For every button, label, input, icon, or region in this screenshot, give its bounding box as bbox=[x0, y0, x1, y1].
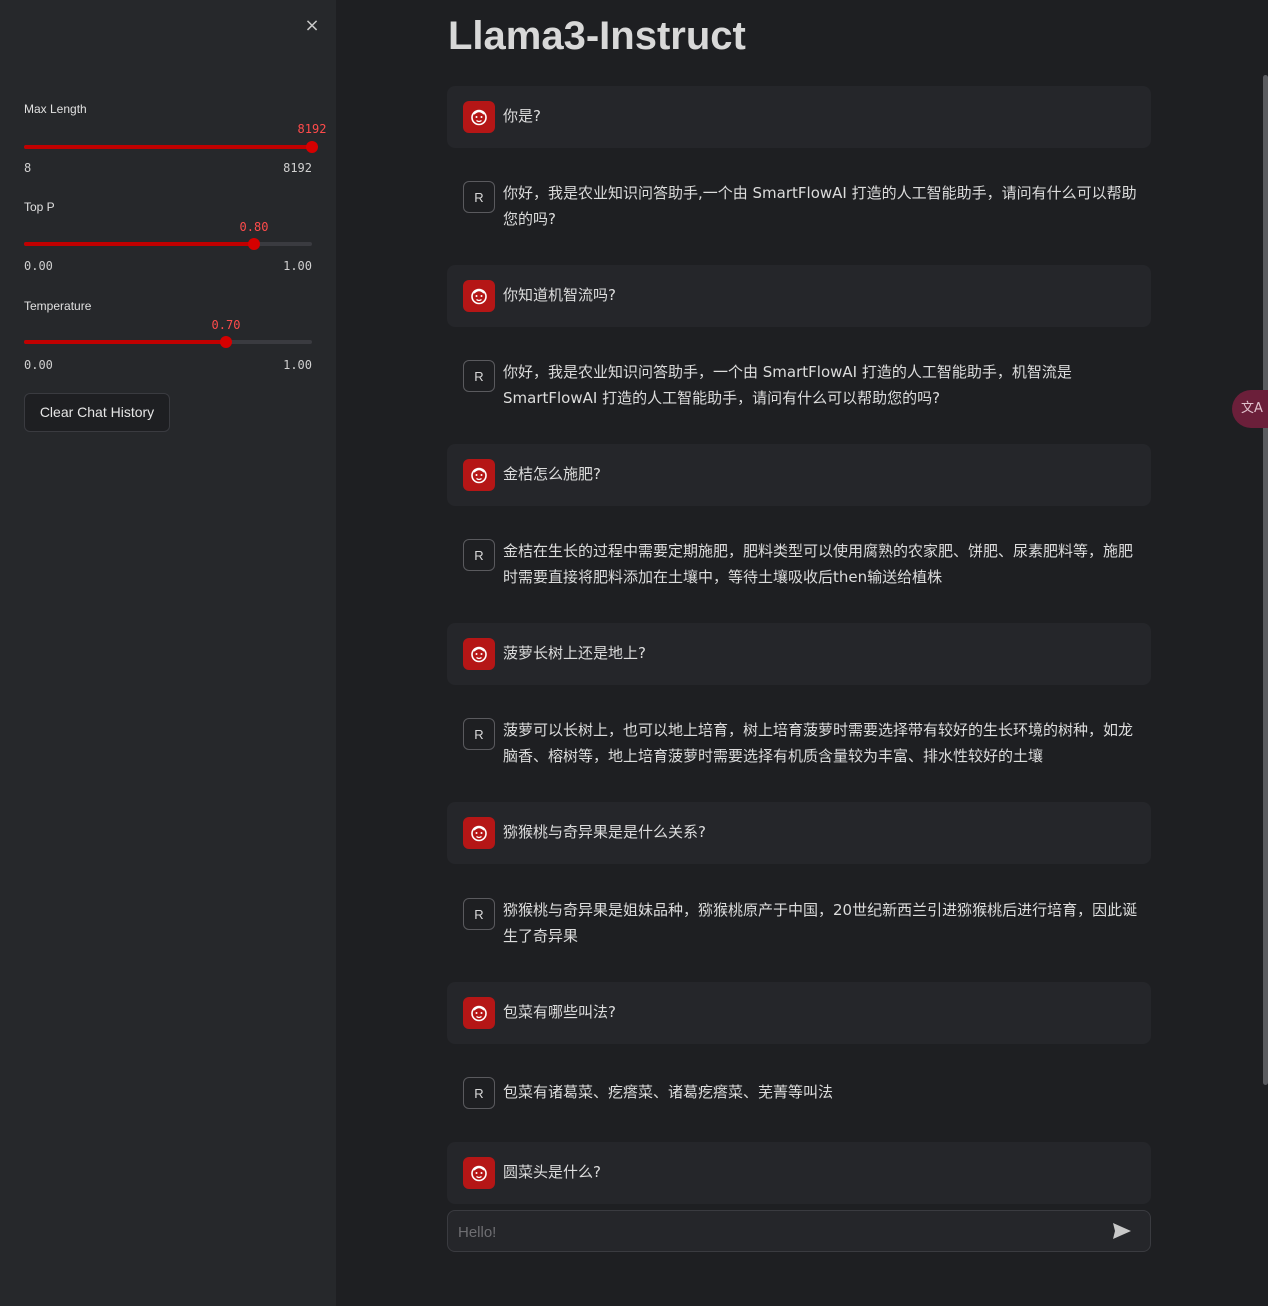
message-text: 包菜有哪些叫法? bbox=[503, 1003, 616, 1021]
assistant-avatar: R bbox=[463, 360, 495, 392]
chat-message-user: 你知道机智流吗? bbox=[447, 265, 1151, 327]
message-text: 你好，我是农业知识问答助手，一个由 SmartFlowAI 打造的人工智能助手，… bbox=[503, 363, 1072, 407]
top-p-slider-block: Top P 0.80 0.00 1.00 bbox=[24, 200, 312, 273]
chat-message-assistant: R 菠萝可以长树上，也可以地上培育，树上培育菠萝时需要选择带有较好的生长环境的树… bbox=[447, 702, 1151, 790]
top-p-max: 1.00 bbox=[283, 259, 312, 273]
max-length-label: Max Length bbox=[24, 102, 87, 116]
face-icon bbox=[471, 1165, 487, 1182]
chat-input-container bbox=[447, 1210, 1151, 1253]
face-icon bbox=[471, 646, 487, 663]
top-p-track[interactable] bbox=[24, 238, 312, 250]
max-length-min: 8 bbox=[24, 161, 32, 175]
temperature-thumb[interactable] bbox=[220, 336, 232, 348]
send-icon[interactable] bbox=[1112, 1222, 1132, 1240]
max-length-value: 8192 bbox=[297, 122, 327, 136]
message-text: 包菜有诸葛菜、疙瘩菜、诸葛疙瘩菜、芜菁等叫法 bbox=[503, 1083, 834, 1101]
message-text: 金桔在生长的过程中需要定期施肥，肥料类型可以使用腐熟的农家肥、饼肥、尿素肥料等，… bbox=[503, 542, 1134, 586]
message-text: 你是? bbox=[503, 107, 541, 125]
face-icon bbox=[471, 467, 487, 484]
chat-message-assistant: R 你好，我是农业知识问答助手，一个由 SmartFlowAI 打造的人工智能助… bbox=[447, 344, 1151, 432]
max-length-thumb[interactable] bbox=[306, 141, 318, 153]
sidebar: × Max Length 8192 8 8192 Top P 0.80 0.00… bbox=[0, 0, 336, 1306]
top-p-fill bbox=[24, 242, 254, 246]
translate-icon[interactable]: 文A bbox=[1232, 390, 1268, 428]
message-text: 你好，我是农业知识问答助手,一个由 SmartFlowAI 打造的人工智能助手，… bbox=[503, 184, 1137, 228]
top-p-label: Top P bbox=[24, 200, 55, 214]
message-text: 菠萝可以长树上，也可以地上培育，树上培育菠萝时需要选择带有较好的生长环境的树种，… bbox=[503, 721, 1134, 765]
clear-chat-history-button[interactable]: Clear Chat History bbox=[24, 393, 170, 432]
temperature-track[interactable] bbox=[24, 336, 312, 348]
user-avatar bbox=[463, 997, 495, 1029]
main-scrollbar[interactable] bbox=[1263, 75, 1268, 1085]
assistant-avatar: R bbox=[463, 898, 495, 930]
face-icon bbox=[471, 109, 487, 126]
message-text: 菠萝长树上还是地上? bbox=[503, 644, 646, 662]
face-icon bbox=[471, 825, 487, 842]
max-length-track[interactable] bbox=[24, 141, 318, 153]
top-p-value: 0.80 bbox=[239, 220, 269, 234]
chat-input[interactable] bbox=[456, 1211, 1100, 1253]
user-avatar bbox=[463, 817, 495, 849]
user-avatar bbox=[463, 101, 495, 133]
assistant-avatar: R bbox=[463, 1077, 495, 1109]
message-text: 你知道机智流吗? bbox=[503, 286, 616, 304]
user-avatar bbox=[463, 638, 495, 670]
page-title: Llama3-Instruct bbox=[448, 14, 746, 58]
chat-message-user: 金桔怎么施肥? bbox=[447, 444, 1151, 506]
chat-message-user: 包菜有哪些叫法? bbox=[447, 982, 1151, 1044]
chat-message-user: 你是? bbox=[447, 86, 1151, 148]
temperature-max: 1.00 bbox=[283, 358, 312, 372]
max-length-fill bbox=[24, 145, 312, 149]
assistant-avatar: R bbox=[463, 539, 495, 571]
chat-message-user: 圆菜头是什么? bbox=[447, 1142, 1151, 1204]
face-icon bbox=[471, 1005, 487, 1022]
chat-message-assistant: R 你好，我是农业知识问答助手,一个由 SmartFlowAI 打造的人工智能助… bbox=[447, 165, 1151, 253]
face-icon bbox=[471, 288, 487, 305]
chat-message-assistant: R 金桔在生长的过程中需要定期施肥，肥料类型可以使用腐熟的农家肥、饼肥、尿素肥料… bbox=[447, 523, 1151, 611]
close-sidebar-icon[interactable]: × bbox=[302, 16, 322, 36]
chat-message-user: 菠萝长树上还是地上? bbox=[447, 623, 1151, 685]
chat-message-assistant: R 猕猴桃与奇异果是姐妹品种，猕猴桃原产于中国，20世纪新西兰引进猕猴桃后进行培… bbox=[447, 882, 1151, 970]
temperature-min: 0.00 bbox=[24, 358, 53, 372]
assistant-avatar: R bbox=[463, 718, 495, 750]
chat-message-user: 猕猴桃与奇异果是是什么关系? bbox=[447, 802, 1151, 864]
message-text: 圆菜头是什么? bbox=[503, 1163, 601, 1181]
top-p-min: 0.00 bbox=[24, 259, 53, 273]
user-avatar bbox=[463, 280, 495, 312]
chat-message-assistant: R 包菜有诸葛菜、疙瘩菜、诸葛疙瘩菜、芜菁等叫法 bbox=[447, 1062, 1151, 1124]
max-length-slider-block: Max Length 8192 8 8192 bbox=[24, 102, 326, 175]
max-length-max: 8192 bbox=[283, 161, 312, 175]
top-p-thumb[interactable] bbox=[248, 238, 260, 250]
message-text: 猕猴桃与奇异果是是什么关系? bbox=[503, 823, 706, 841]
message-text: 猕猴桃与奇异果是姐妹品种，猕猴桃原产于中国，20世纪新西兰引进猕猴桃后进行培育，… bbox=[503, 901, 1138, 945]
temperature-value: 0.70 bbox=[211, 318, 241, 332]
temperature-fill bbox=[24, 340, 226, 344]
user-avatar bbox=[463, 459, 495, 491]
message-text: 金桔怎么施肥? bbox=[503, 465, 601, 483]
temperature-slider-block: Temperature 0.70 0.00 1.00 bbox=[24, 299, 312, 372]
assistant-avatar: R bbox=[463, 181, 495, 213]
user-avatar bbox=[463, 1157, 495, 1189]
temperature-label: Temperature bbox=[24, 299, 92, 313]
